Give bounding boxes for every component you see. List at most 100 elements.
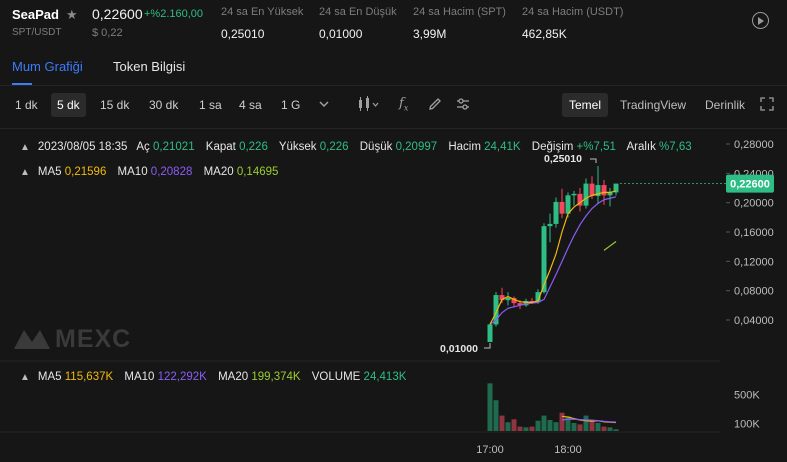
interval-30m[interactable]: 30 dk — [143, 93, 184, 117]
volume-bar — [583, 415, 589, 431]
volume-bar — [505, 422, 511, 431]
low-value: 0,20997 — [395, 141, 438, 153]
ma20-value: 0,14695 — [236, 166, 279, 178]
price-tick-label: 0,16000 — [734, 227, 774, 239]
time-tick-label: 18:00 — [554, 444, 582, 456]
volume-bar — [601, 426, 607, 431]
high-label: Yüksek — [278, 141, 317, 153]
ohlc-legend: ▲ 2023/08/05 18:35 Aç 0,21021 Kapat 0,226… — [20, 141, 700, 153]
candle-body — [505, 298, 511, 301]
candle-body — [601, 185, 607, 196]
low-label: Düşük — [359, 141, 393, 153]
volume-tick-label: 100K — [734, 419, 760, 431]
stat-24h-high: 24 sa En Yüksek 0,25010 — [221, 6, 303, 41]
time-tick-label: 17:00 — [476, 444, 504, 456]
view-basic[interactable]: Temel — [562, 93, 609, 117]
volume-bar — [523, 427, 529, 431]
tab-candlestick-chart[interactable]: Mum Grafiği — [12, 59, 83, 74]
view-depth[interactable]: Derinlik — [698, 93, 752, 117]
candlestick-type-icon[interactable] — [356, 95, 380, 116]
vol-ma10-value: 122,292K — [157, 371, 207, 383]
range-label: Aralık — [626, 141, 656, 153]
collapse-caret-icon[interactable]: ▲ — [20, 372, 30, 383]
view-tradingview[interactable]: TradingView — [613, 93, 693, 117]
volume-bar — [493, 400, 499, 431]
collapse-caret-icon[interactable]: ▲ — [20, 167, 30, 178]
candle-body — [571, 193, 577, 196]
settings-sliders-icon[interactable] — [455, 96, 471, 115]
favorite-star-icon[interactable]: ★ — [66, 7, 78, 23]
candle-body — [559, 201, 565, 214]
tab-token-info[interactable]: Token Bilgisi — [113, 59, 185, 74]
volume-value: 24,413K — [363, 371, 407, 383]
ma10-label: MA10 — [117, 166, 148, 178]
vol-ma5-label: MA5 — [37, 371, 62, 383]
stat-24h-volume-usdt: 24 sa Hacim (USDT) 462,85K — [522, 6, 623, 41]
play-video-icon[interactable] — [752, 12, 769, 29]
ma10-value: 0,20828 — [150, 166, 193, 178]
interval-5m[interactable]: 5 dk — [51, 93, 86, 117]
volume-bar — [499, 415, 505, 431]
chart-toolbar: 1 dk 5 dk 15 dk 30 dk 1 sa 4 sa 1 G fx T… — [0, 93, 787, 119]
open-value: 0,21021 — [153, 141, 195, 153]
price-tick-label: 0,12000 — [734, 256, 774, 268]
low-marker-pointer — [484, 343, 491, 349]
volume-bar — [529, 426, 535, 431]
ma20-label: MA20 — [203, 166, 234, 178]
active-tab-underline — [12, 83, 32, 85]
high-value: 0,226 — [319, 141, 349, 153]
last-price: 0,22600 — [92, 6, 143, 22]
chart-area[interactable]: 0,28000 0,24000 0,20000 0,16000 0,12000 0,080… — [0, 129, 787, 462]
price-tick-label: 0,04000 — [734, 315, 774, 327]
stat-value: 462,85K — [522, 27, 567, 41]
usd-price: $ 0,22 — [92, 27, 123, 39]
volume-bar — [565, 416, 571, 431]
candle-body — [487, 324, 493, 342]
vol-ma10-label: MA10 — [124, 371, 155, 383]
candle-body — [553, 201, 559, 224]
stat-value: 0,01000 — [319, 27, 363, 41]
indicator-fx-icon[interactable]: fx — [399, 96, 408, 113]
volume-bar — [547, 420, 553, 431]
chevron-down-icon[interactable] — [318, 94, 330, 117]
price-change: +%2.160,00 — [144, 8, 204, 20]
stat-label: 24 sa Hacim (USDT) — [522, 6, 624, 18]
stat-label: 24 sa Hacim (SPT) — [413, 6, 506, 18]
vol-ma5-value: 115,637K — [64, 371, 114, 383]
stat-value: 3,99M — [413, 27, 447, 41]
volume-bar — [559, 412, 565, 431]
interval-1d[interactable]: 1 G — [275, 93, 306, 117]
vol-ma20-label: MA20 — [218, 371, 249, 383]
interval-4h[interactable]: 4 sa — [233, 93, 268, 117]
chart-tabs: Mum Grafiği Token Bilgisi — [0, 52, 787, 86]
candle-body — [547, 223, 553, 227]
volume-bar — [607, 427, 613, 431]
close-label: Kapat — [205, 141, 236, 153]
interval-1m[interactable]: 1 dk — [9, 93, 44, 117]
open-label: Aç — [136, 141, 150, 153]
interval-1h[interactable]: 1 sa — [193, 93, 228, 117]
volume-tick-label: 500K — [734, 389, 760, 401]
ma20-line — [603, 241, 617, 251]
volume-value: 24,41K — [484, 141, 521, 153]
stat-24h-low: 24 sa En Düşük 0,01000 — [319, 6, 397, 41]
fullscreen-icon[interactable] — [760, 97, 774, 114]
volume-label: VOLUME — [311, 371, 361, 383]
ma-legend: ▲ MA5 0,21596 MA10 0,20828 MA20 0,14695 — [20, 166, 286, 178]
volume-bar — [487, 383, 493, 431]
ohlc-date: 2023/08/05 18:35 — [37, 141, 128, 153]
stat-24h-volume-spt: 24 sa Hacim (SPT) 3,99M — [413, 6, 506, 41]
price-tick-label: 0,08000 — [734, 286, 774, 298]
stat-label: 24 sa En Düşük — [319, 6, 397, 18]
candle-body — [583, 183, 589, 206]
low-marker-label: 0,01000 — [440, 343, 478, 355]
draw-pen-icon[interactable] — [427, 96, 443, 115]
volume-bar — [595, 422, 601, 431]
high-marker-label: 0,25010 — [544, 153, 582, 165]
stat-value: 0,25010 — [221, 27, 265, 41]
collapse-caret-icon[interactable]: ▲ — [20, 142, 30, 153]
stat-label: 24 sa En Yüksek — [221, 6, 304, 18]
pair-label: SPT/USDT — [12, 27, 62, 38]
interval-15m[interactable]: 15 dk — [94, 93, 135, 117]
volume-bar — [541, 415, 547, 431]
